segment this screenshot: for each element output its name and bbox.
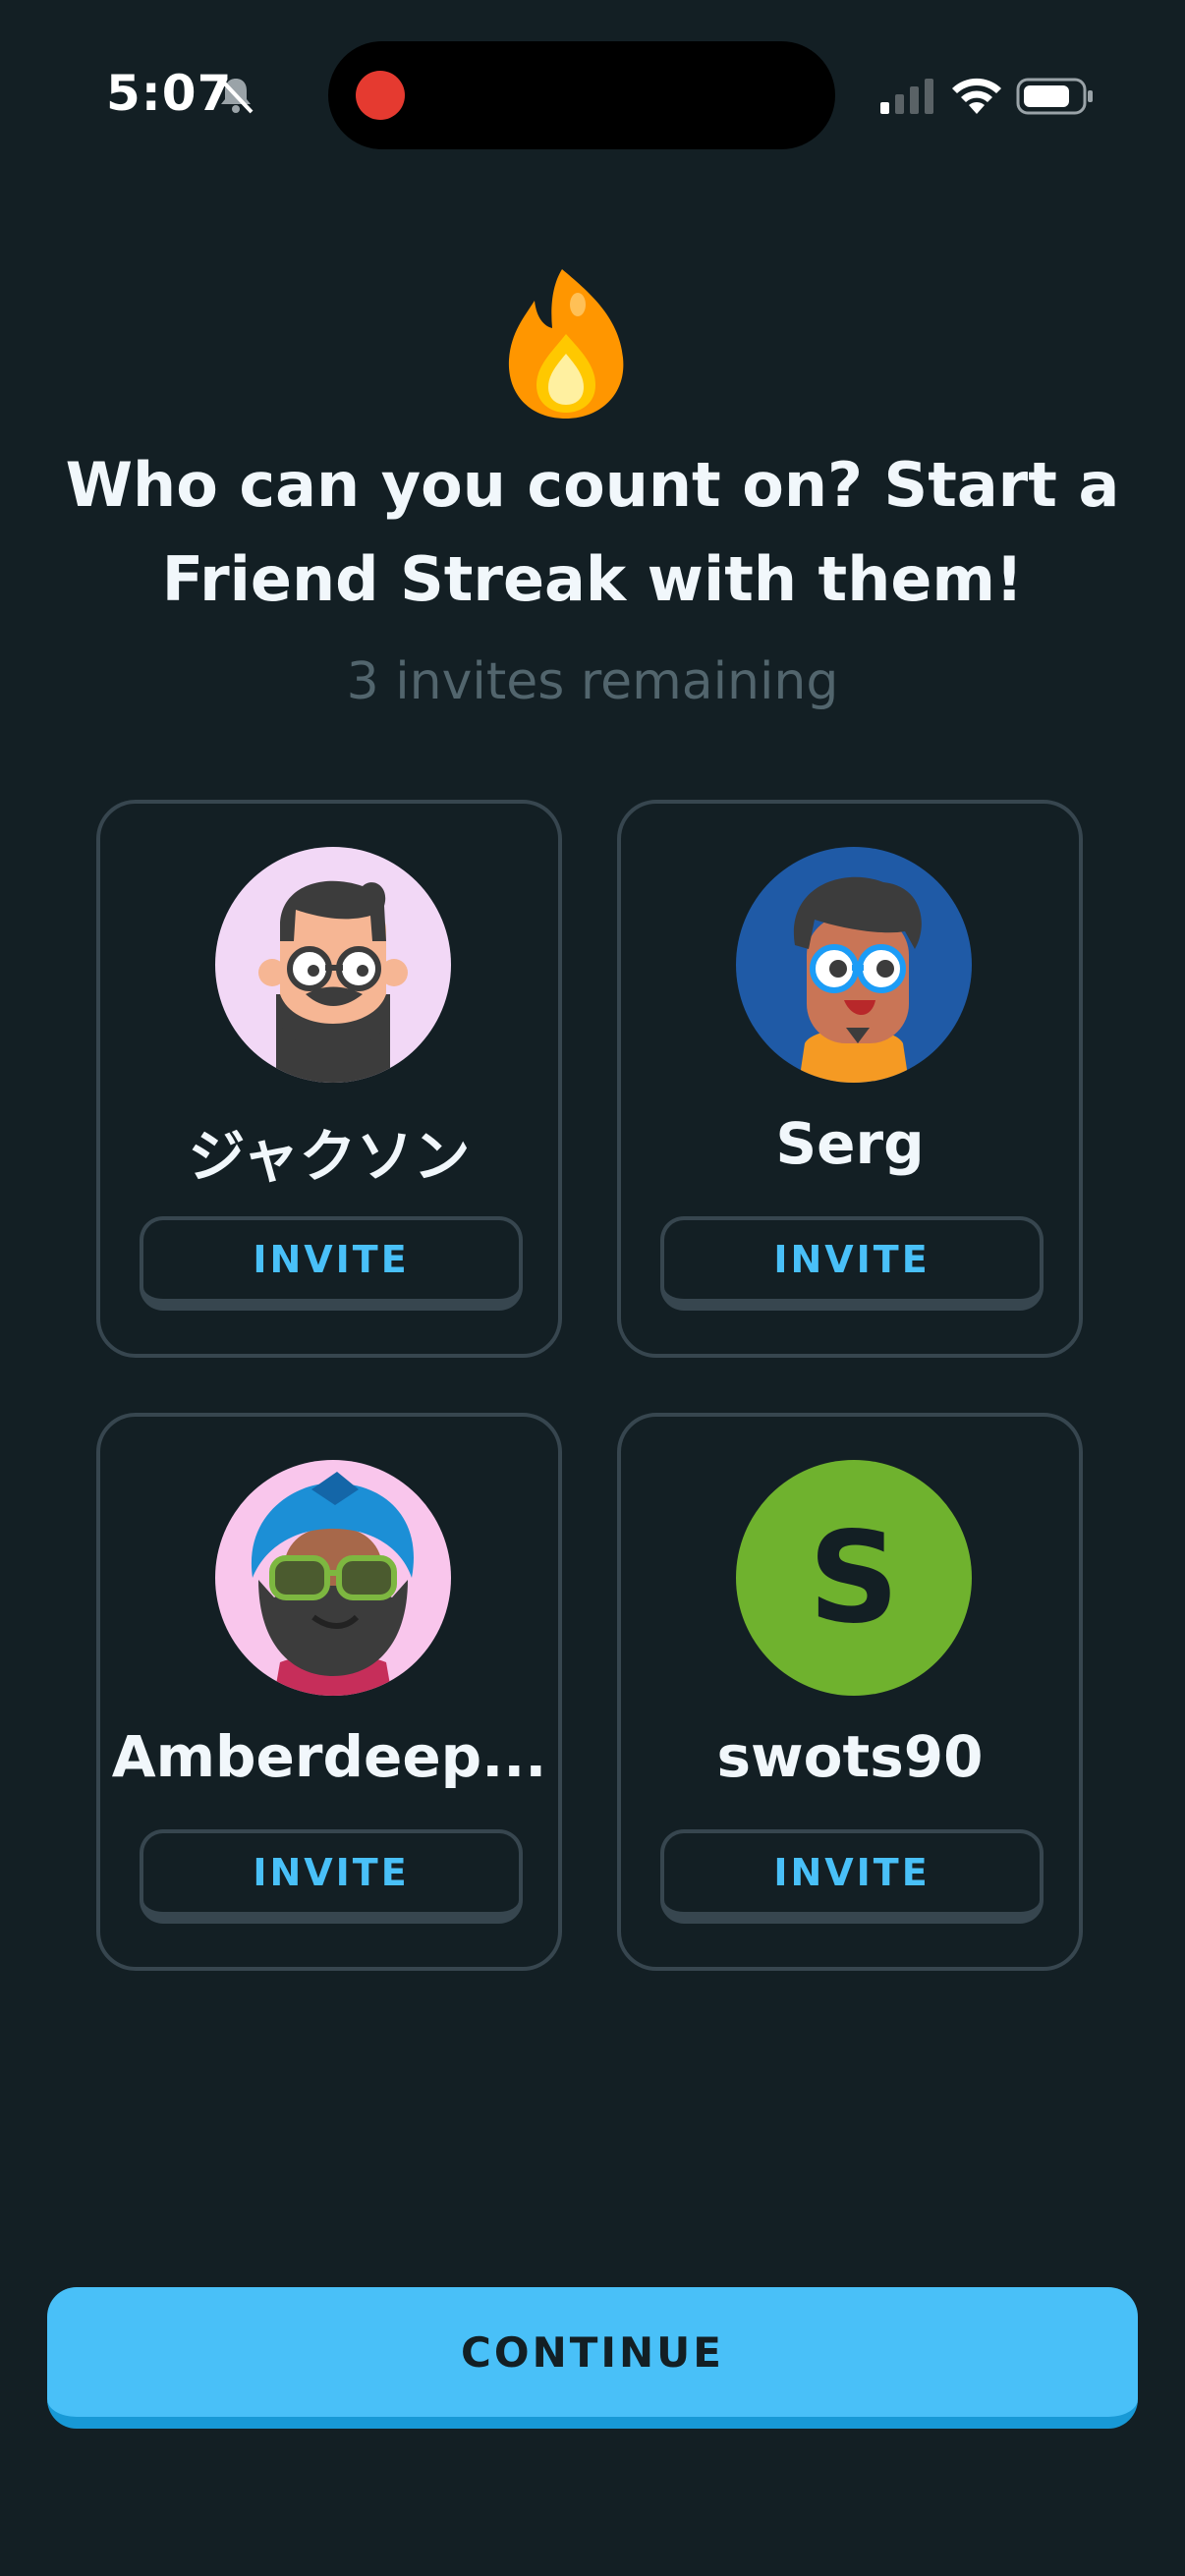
- invite-button[interactable]: INVITE: [660, 1829, 1044, 1924]
- friend-name: Amberdeep...: [111, 1723, 547, 1790]
- glasses-blue-avatar-icon: [736, 847, 972, 1083]
- dynamic-island: [328, 41, 835, 149]
- invite-button[interactable]: INVITE: [140, 1216, 523, 1311]
- turban-sunglasses-avatar-icon: [215, 1460, 451, 1696]
- avatar-letter: S: [808, 1504, 900, 1652]
- avatar[interactable]: [215, 847, 451, 1083]
- avatar[interactable]: S: [736, 1460, 972, 1696]
- friend-card: Serg INVITE: [617, 800, 1083, 1358]
- battery-icon: [1016, 78, 1093, 115]
- avatar[interactable]: [215, 1460, 451, 1696]
- friend-name: swots90: [716, 1723, 984, 1790]
- friend-name: ジャクソン: [188, 1123, 471, 1190]
- recording-dot-icon: [356, 71, 405, 120]
- status-bar: 5:07: [0, 0, 1185, 196]
- invites-remaining-text: 3 invites remaining: [346, 652, 839, 711]
- friend-card: S swots90 INVITE: [617, 1413, 1083, 1971]
- bearded-glasses-avatar-icon: [215, 847, 451, 1083]
- friend-card: ジャクソン INVITE: [96, 800, 562, 1358]
- invite-button[interactable]: INVITE: [660, 1216, 1044, 1311]
- flame-icon: [508, 269, 624, 419]
- continue-button[interactable]: CONTINUE: [47, 2287, 1138, 2429]
- cellular-signal-icon: [880, 79, 933, 114]
- wifi-icon: [952, 78, 1001, 114]
- bell-muted-icon: [218, 77, 254, 114]
- avatar[interactable]: [736, 847, 972, 1083]
- friend-name: Serg: [775, 1110, 925, 1177]
- invite-button[interactable]: INVITE: [140, 1829, 523, 1924]
- page-title: Who can you count on? Start a Friend Str…: [65, 449, 1120, 615]
- friend-card: Amberdeep... INVITE: [96, 1413, 562, 1971]
